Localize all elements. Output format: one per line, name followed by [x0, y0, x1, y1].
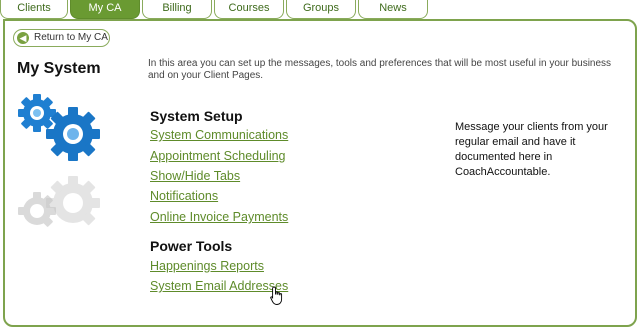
power-tools-heading: Power Tools: [150, 238, 233, 254]
link-online-invoice-payments[interactable]: Online Invoice Payments: [150, 210, 288, 224]
intro-text: In this area you can set up the messages…: [148, 58, 612, 81]
description-text: Message your clients from your regular e…: [455, 121, 608, 178]
tab-my-ca[interactable]: My CA: [70, 0, 140, 19]
left-arrow-icon: ◀: [17, 32, 29, 44]
tab-courses[interactable]: Courses: [214, 0, 284, 19]
hand-cursor-icon: [270, 286, 283, 305]
system-setup-heading: System Setup: [150, 108, 243, 124]
link-happenings-reports[interactable]: Happenings Reports: [150, 259, 264, 273]
tab-clients[interactable]: Clients: [0, 0, 68, 19]
tab-groups[interactable]: Groups: [286, 0, 356, 19]
main-panel: ◀ Return to My CA My System In this area…: [3, 19, 637, 327]
link-appointment-scheduling[interactable]: Appointment Scheduling: [150, 149, 286, 163]
tab-billing[interactable]: Billing: [142, 0, 212, 19]
top-tabs: Clients My CA Billing Courses Groups New…: [0, 0, 640, 20]
link-system-communications[interactable]: System Communications: [150, 128, 288, 142]
link-notifications[interactable]: Notifications: [150, 189, 218, 203]
return-to-my-ca-button[interactable]: ◀ Return to My CA: [13, 29, 110, 47]
link-show-hide-tabs[interactable]: Show/Hide Tabs: [150, 169, 240, 183]
link-system-email-addresses[interactable]: System Email Addresses: [150, 279, 288, 293]
tab-news[interactable]: News: [358, 0, 428, 19]
return-button-label: Return to My CA: [34, 32, 108, 43]
page-title: My System: [17, 60, 101, 77]
gears-icon: [18, 94, 100, 227]
